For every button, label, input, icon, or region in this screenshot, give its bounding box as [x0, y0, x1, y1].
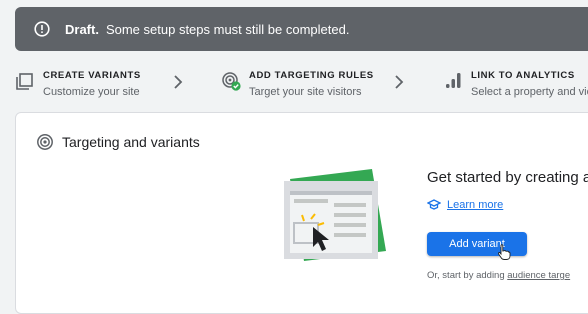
step-create-variants[interactable]: CREATE VARIANTS Customize your site [15, 62, 141, 100]
step-link-to-analytics[interactable]: LINK TO ANALYTICS Select a property and … [443, 62, 588, 100]
step-subtitle: Customize your site [43, 86, 140, 98]
targeting-card: Targeting and variants Get started by cr… [15, 112, 588, 314]
chevron-right-icon [395, 75, 404, 89]
step-add-targeting-rules[interactable]: ADD TARGETING RULES Target your site vis… [221, 62, 374, 100]
targeting-done-icon [222, 72, 241, 91]
setup-steps: CREATE VARIANTS Customize your site ADD … [0, 62, 588, 102]
step-subtitle: Select a property and view [471, 86, 588, 98]
card-title: Targeting and variants [62, 134, 200, 150]
audience-targeting-link[interactable]: audience targe [507, 270, 570, 281]
hand-cursor-icon [498, 244, 511, 260]
add-variant-button[interactable]: Add variant [427, 232, 527, 260]
copy-icon [16, 73, 33, 90]
step-subtitle: Target your site visitors [249, 86, 362, 98]
empty-state-headline: Get started by creating a [427, 169, 588, 186]
analytics-icon [446, 73, 461, 88]
learn-more-link[interactable]: Learn more [447, 199, 503, 211]
variant-illustration [284, 169, 386, 261]
step-title: ADD TARGETING RULES [249, 70, 374, 81]
card-header: Targeting and variants [36, 133, 200, 151]
draft-label: Draft. [65, 21, 99, 37]
empty-state: Get started by creating a Learn more Add… [427, 169, 588, 281]
banner-message: Some setup steps must still be completed… [105, 21, 350, 37]
step-title: CREATE VARIANTS [43, 70, 141, 81]
school-icon [427, 199, 441, 210]
learn-more-row: Learn more [427, 198, 588, 212]
chevron-right-icon [174, 75, 183, 89]
alternative-prefix: Or, start by adding [427, 270, 505, 281]
status-banner: Draft. Some setup steps must still be co… [15, 7, 588, 51]
step-title: LINK TO ANALYTICS [471, 70, 575, 81]
alternative-text: Or, start by adding audience targe [427, 270, 588, 281]
alert-icon [34, 21, 50, 37]
target-icon [37, 134, 53, 150]
